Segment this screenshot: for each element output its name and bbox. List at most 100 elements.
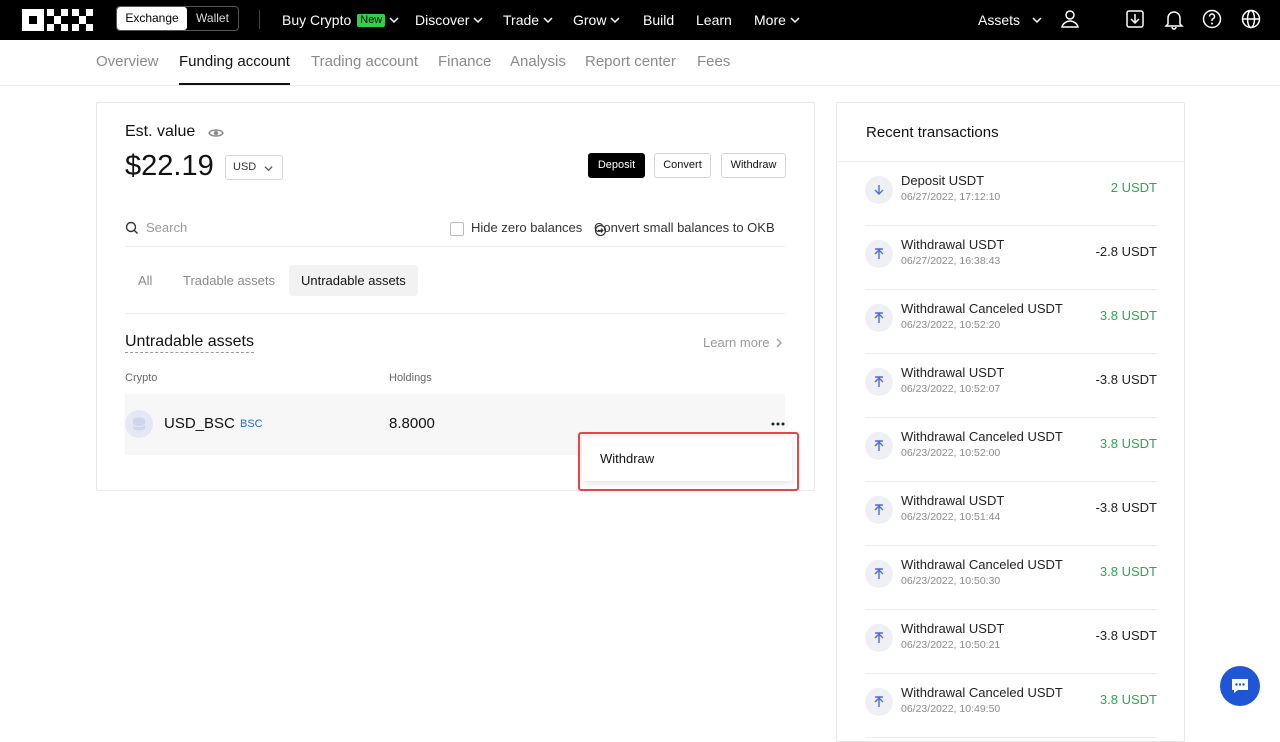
wallet-toggle[interactable]: Wallet xyxy=(187,7,238,30)
nav-build[interactable]: Build xyxy=(643,0,674,40)
highlight-box xyxy=(578,432,799,491)
tab-overview[interactable]: Overview xyxy=(96,53,159,70)
transaction-time: 06/23/2022, 10:51:44 xyxy=(901,511,1001,523)
transaction-amount: 3.8 USDT xyxy=(1099,436,1157,451)
divider xyxy=(125,313,785,314)
convert-icon xyxy=(594,224,607,237)
transaction-item[interactable]: Withdrawal USDT 06/27/2022, 16:38:43 -2.8 … xyxy=(865,226,1157,290)
hide-zero-checkbox[interactable] xyxy=(450,222,464,236)
nav-buy-crypto-label: Buy Crypto xyxy=(282,11,352,28)
convert-small-balances[interactable]: Convert small balances to OKB xyxy=(594,220,775,237)
chevron-down-icon xyxy=(543,17,553,24)
transaction-time: 06/23/2022, 10:52:20 xyxy=(901,319,1001,331)
help-icon[interactable] xyxy=(1201,8,1223,30)
chevron-down-icon xyxy=(389,17,399,24)
transaction-item[interactable]: Withdrawal Canceled USDT 06/23/2022, 10:5… xyxy=(865,418,1157,482)
user-icon[interactable] xyxy=(1059,8,1081,30)
nav-grow[interactable]: Grow xyxy=(573,0,620,40)
recent-transactions-panel: Recent transactions Deposit USDT 06/27/20… xyxy=(836,102,1185,742)
new-badge: New xyxy=(357,13,386,27)
arrow-up-icon xyxy=(865,368,893,396)
filter-untradable[interactable]: Untradable assets xyxy=(289,265,418,296)
deposit-button[interactable]: Deposit xyxy=(588,153,645,178)
transaction-time: 06/23/2022, 10:50:21 xyxy=(901,639,1001,651)
tab-report-center[interactable]: Report center xyxy=(585,53,676,70)
arrow-up-icon xyxy=(865,688,893,716)
chevron-down-icon xyxy=(790,17,800,24)
nav-more[interactable]: More xyxy=(754,0,800,40)
transaction-title: Withdrawal Canceled USDT xyxy=(901,685,1063,700)
nav-assets[interactable]: Assets xyxy=(978,0,1042,40)
tab-trading-account[interactable]: Trading account xyxy=(311,53,418,70)
learn-more-link[interactable]: Learn more xyxy=(703,335,783,350)
filter-all[interactable]: All xyxy=(126,265,164,296)
exchange-wallet-switch: Exchange Wallet xyxy=(116,6,239,31)
coin-icon xyxy=(125,410,153,438)
chevron-down-icon xyxy=(610,17,620,24)
tab-analysis[interactable]: Analysis xyxy=(510,53,566,70)
filter-tradable[interactable]: Tradable assets xyxy=(171,265,287,296)
chat-icon xyxy=(1232,679,1248,693)
transaction-item[interactable]: Deposit USDT 06/27/2022, 17:12:10 2 USDT xyxy=(865,162,1157,226)
transaction-amount: -3.8 USDT xyxy=(1095,372,1157,387)
tab-funding-account[interactable]: Funding account xyxy=(179,53,290,85)
tab-fees[interactable]: Fees xyxy=(697,53,730,70)
convert-button[interactable]: Convert xyxy=(654,153,711,178)
transaction-item[interactable]: Withdrawal Canceled USDT 06/23/2022, 10:4… xyxy=(865,674,1157,738)
transaction-title: Withdrawal USDT xyxy=(901,365,1005,380)
currency-value: USD xyxy=(233,161,257,173)
transaction-item[interactable]: Withdrawal USDT 06/23/2022, 10:50:21 -3.8 … xyxy=(865,610,1157,674)
nav-learn[interactable]: Learn xyxy=(696,0,732,40)
transaction-title: Deposit USDT xyxy=(901,173,985,188)
chevron-down-icon xyxy=(1032,17,1042,24)
transaction-amount: 3.8 USDT xyxy=(1099,564,1157,579)
tab-finance[interactable]: Finance xyxy=(438,53,491,70)
arrow-up-icon xyxy=(865,240,893,268)
nav-trade[interactable]: Trade xyxy=(503,0,553,40)
transaction-item[interactable]: Withdrawal Canceled USDT 06/23/2022, 10:5… xyxy=(865,546,1157,610)
chat-support-button[interactable] xyxy=(1220,666,1260,706)
withdraw-button[interactable]: Withdraw xyxy=(721,153,786,178)
arrow-up-icon xyxy=(865,496,893,524)
col-header-crypto: Crypto xyxy=(125,372,158,384)
transaction-title: Withdrawal Canceled USDT xyxy=(901,429,1063,444)
asset-name: USD_BSC xyxy=(164,415,235,432)
nav-grow-label: Grow xyxy=(573,11,607,28)
arrow-up-icon xyxy=(865,432,893,460)
transaction-amount: 2 USDT xyxy=(1110,180,1157,195)
search-input[interactable]: Search xyxy=(146,220,187,235)
arrow-down-icon xyxy=(865,176,893,204)
convert-small-label: Convert small balances to OKB xyxy=(594,220,775,235)
hide-zero-label[interactable]: Hide zero balances xyxy=(471,220,582,235)
globe-icon[interactable] xyxy=(1240,8,1262,30)
top-navbar: Exchange Wallet Buy Crypto New Discover … xyxy=(0,0,1280,40)
transaction-item[interactable]: Withdrawal USDT 06/23/2022, 10:52:07 -3.8 … xyxy=(865,354,1157,418)
okx-logo[interactable] xyxy=(22,9,94,31)
currency-select[interactable]: USD xyxy=(225,155,283,180)
transaction-item[interactable]: Withdrawal Canceled USDT 06/23/2022, 10:5… xyxy=(865,290,1157,354)
download-icon[interactable] xyxy=(1124,8,1146,30)
transaction-item[interactable]: Withdrawal USDT 06/23/2022, 10:51:44 -3.8 … xyxy=(865,482,1157,546)
learn-more-label: Learn more xyxy=(703,335,770,350)
chevron-right-icon xyxy=(777,338,783,347)
nav-buy-crypto[interactable]: Buy Crypto New xyxy=(282,0,399,40)
exchange-toggle[interactable]: Exchange xyxy=(117,7,187,30)
bell-icon[interactable] xyxy=(1163,8,1185,30)
nav-discover-label: Discover xyxy=(415,11,470,28)
transaction-amount: -2.8 USDT xyxy=(1095,244,1157,259)
chevron-down-icon xyxy=(264,166,273,172)
transaction-title: Withdrawal USDT xyxy=(901,493,1005,508)
transaction-amount: -3.8 USDT xyxy=(1095,628,1157,643)
chevron-down-icon xyxy=(473,17,483,24)
nav-discover[interactable]: Discover xyxy=(415,0,483,40)
transaction-time: 06/27/2022, 16:38:43 xyxy=(901,255,1001,267)
asset-search[interactable]: Search Hide zero balances Convert small … xyxy=(125,217,785,247)
transaction-title: Withdrawal Canceled USDT xyxy=(901,557,1063,572)
chain-badge: BSC xyxy=(240,418,263,430)
more-options-icon[interactable] xyxy=(771,422,785,426)
eye-icon[interactable] xyxy=(208,125,224,141)
transaction-time: 06/23/2022, 10:50:30 xyxy=(901,575,1001,587)
transaction-time: 06/23/2022, 10:49:50 xyxy=(901,703,1001,715)
account-subnav: Overview Funding account Trading account… xyxy=(0,40,1280,86)
balance-value: $22.19 xyxy=(125,150,214,182)
